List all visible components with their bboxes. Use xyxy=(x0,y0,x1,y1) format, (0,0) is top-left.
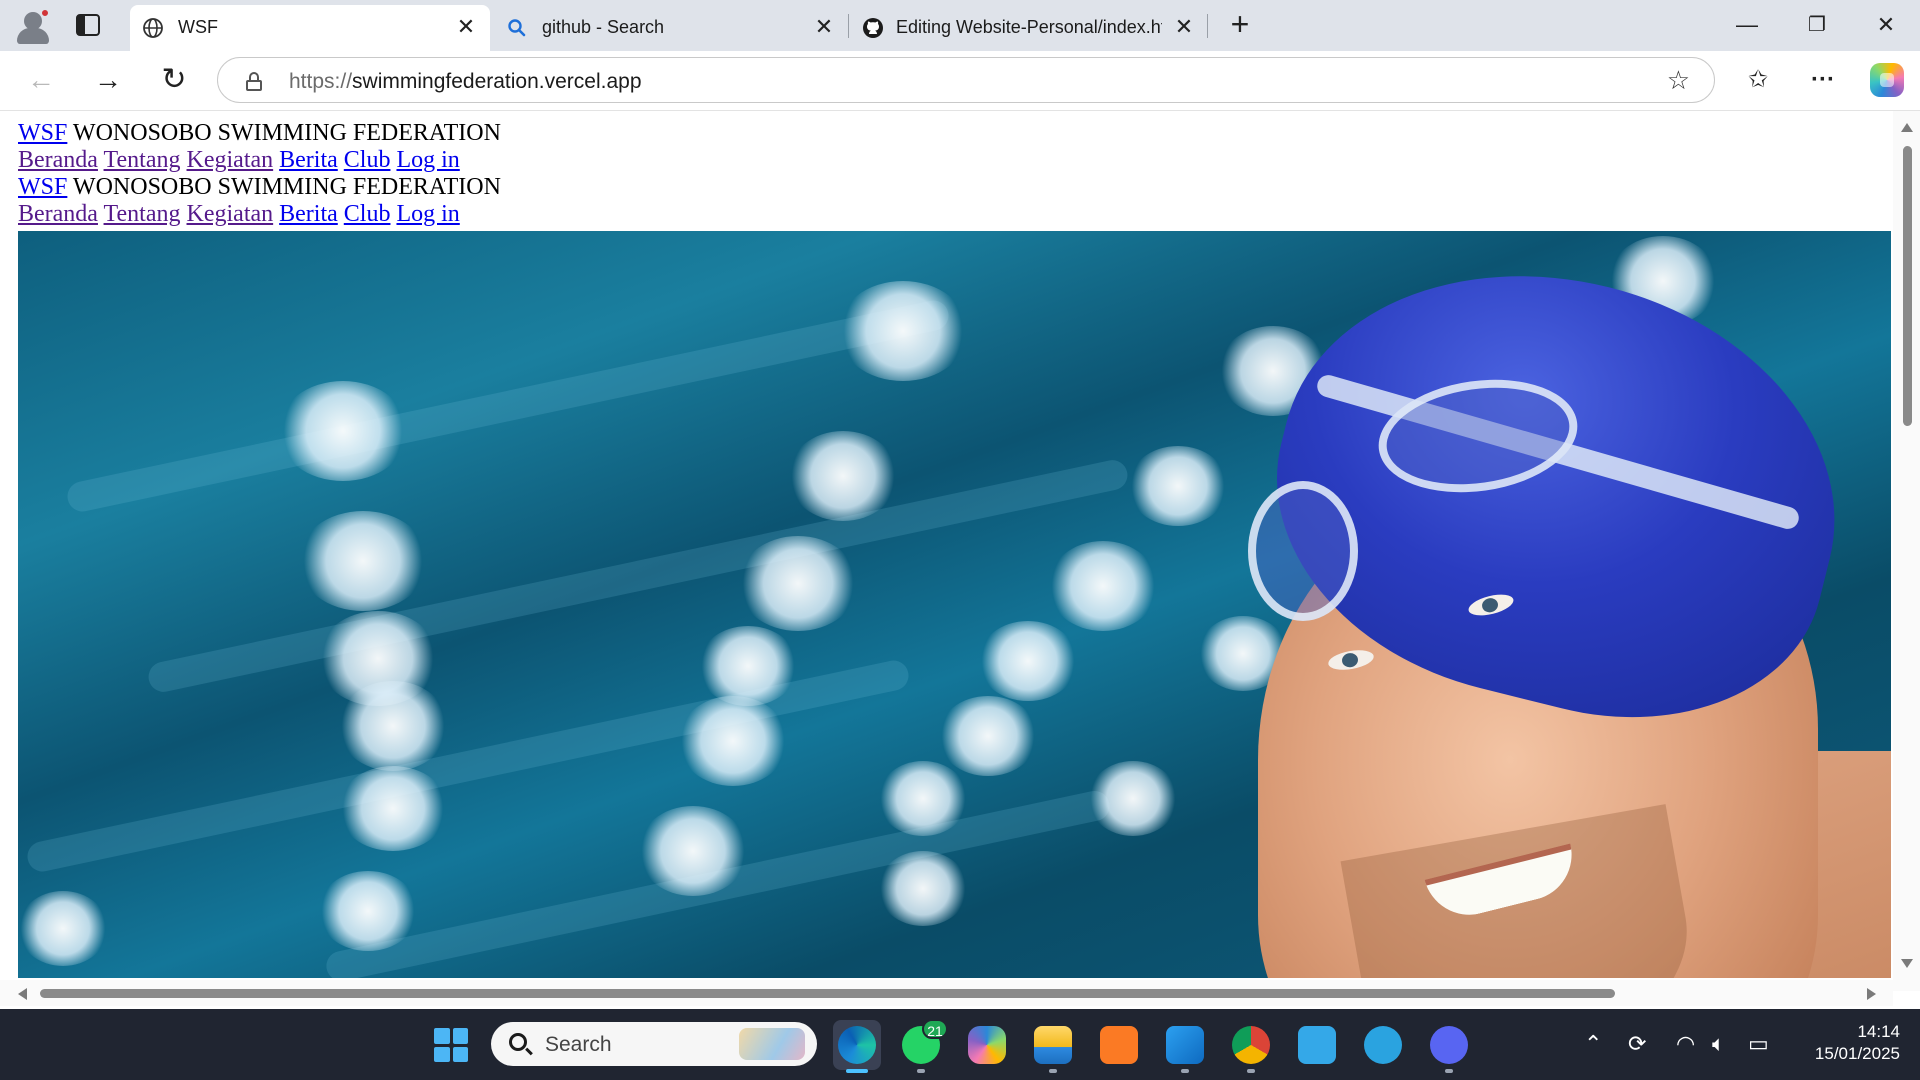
copilot-icon[interactable] xyxy=(1870,63,1904,97)
search-icon xyxy=(508,19,526,37)
show-hidden-icons-chevron-icon[interactable]: ⌃ xyxy=(1584,1031,1602,1057)
refresh-button[interactable]: ↻ xyxy=(157,65,191,97)
nav-berita-link[interactable]: Berita xyxy=(279,201,338,227)
brand-link[interactable]: WSF xyxy=(18,174,67,200)
github-icon xyxy=(863,18,883,38)
page-content: WSF WONOSOBO SWIMMING FEDERATION Beranda… xyxy=(18,120,501,228)
brand-text: WONOSOBO SWIMMING FEDERATION xyxy=(67,120,501,146)
clock-date: 15/01/2025 xyxy=(1814,1044,1900,1063)
tab-title: github - Search xyxy=(542,17,665,37)
copilot-app-icon[interactable] xyxy=(968,1026,1006,1064)
scroll-up-arrow-icon[interactable] xyxy=(1901,123,1913,132)
nav-beranda-link[interactable]: Beranda xyxy=(18,147,98,173)
browser-toolbar: ← → ↻ https://swimmingfederation.vercel.… xyxy=(0,51,1920,111)
search-label: Search xyxy=(545,1033,612,1056)
browser-tabstrip: WSF ✕ github - Search ✕ Editing Website-… xyxy=(0,0,1920,51)
tab-separator xyxy=(1207,14,1208,38)
site-header: WSF WONOSOBO SWIMMING FEDERATION xyxy=(18,174,501,201)
minimize-button[interactable]: — xyxy=(1732,12,1762,38)
battery-icon[interactable]: ▭ xyxy=(1748,1031,1769,1057)
tab-separator xyxy=(848,14,849,38)
search-icon xyxy=(509,1033,527,1051)
vertical-scrollbar[interactable] xyxy=(1893,111,1920,991)
system-clock[interactable]: 14:14 15/01/2025 xyxy=(1790,1021,1900,1065)
lock-icon[interactable] xyxy=(246,72,262,91)
tab-github-search[interactable]: github - Search ✕ xyxy=(494,5,846,51)
vertical-scroll-thumb[interactable] xyxy=(1903,146,1912,426)
nav-kegiatan-link[interactable]: Kegiatan xyxy=(187,147,274,173)
clock-time: 14:14 xyxy=(1857,1022,1900,1041)
tab-title: WSF xyxy=(178,17,218,37)
xampp-icon[interactable] xyxy=(1100,1026,1138,1064)
url-scheme: https:// xyxy=(289,70,353,93)
nav-tentang-link[interactable]: Tentang xyxy=(104,147,181,173)
nav-login-link[interactable]: Log in xyxy=(396,201,459,227)
nav-beranda-link[interactable]: Beranda xyxy=(18,201,98,227)
whatsapp-running-indicator xyxy=(917,1069,925,1073)
discord-icon[interactable] xyxy=(1430,1026,1468,1064)
nav-tentang-link[interactable]: Tentang xyxy=(104,201,181,227)
taskbar-search[interactable]: Search xyxy=(491,1022,817,1066)
explorer-running-indicator xyxy=(1049,1069,1057,1073)
scroll-down-arrow-icon[interactable] xyxy=(1901,959,1913,968)
start-button[interactable] xyxy=(434,1028,468,1062)
nav-login-link[interactable]: Log in xyxy=(396,147,459,173)
favorite-star-icon[interactable]: ☆ xyxy=(1667,66,1690,94)
whatsapp-notification-badge: 21 xyxy=(922,1019,948,1039)
profile-avatar-icon[interactable] xyxy=(13,6,53,44)
site-nav: Beranda Tentang Kegiatan Berita Club Log… xyxy=(18,201,501,228)
nav-club-link[interactable]: Club xyxy=(344,201,391,227)
tab-title: Editing Website-Personal/index.ht xyxy=(896,17,1162,37)
edge-icon[interactable] xyxy=(838,1026,876,1064)
tab-wsf[interactable]: WSF ✕ xyxy=(130,5,490,51)
edge-active-indicator xyxy=(846,1069,868,1073)
telegram-icon[interactable] xyxy=(1364,1026,1402,1064)
url-host: swimmingfederation.vercel.app xyxy=(352,70,642,93)
windows-taskbar: Search 21 ⌃ ⟳ ◠ 🔈︎ ▭ 14:14 15/01/2025 xyxy=(0,1009,1920,1080)
scroll-right-arrow-icon[interactable] xyxy=(1867,988,1876,1000)
vscode-running-indicator xyxy=(1181,1069,1189,1073)
file-explorer-icon[interactable] xyxy=(1034,1026,1072,1064)
favorites-icon[interactable]: ✩ xyxy=(1741,65,1775,97)
globe-icon xyxy=(143,18,163,38)
discord-running-indicator xyxy=(1445,1069,1453,1073)
close-tab-icon[interactable]: ✕ xyxy=(454,15,478,39)
chrome-icon[interactable] xyxy=(1232,1026,1270,1064)
close-window-button[interactable]: ✕ xyxy=(1871,12,1901,38)
snipping-tool-icon[interactable] xyxy=(1298,1026,1336,1064)
search-highlight-image xyxy=(739,1028,805,1060)
nav-kegiatan-link[interactable]: Kegiatan xyxy=(187,201,274,227)
hero-swimmer-image xyxy=(18,231,1891,978)
chrome-running-indicator xyxy=(1247,1069,1255,1073)
site-nav: Beranda Tentang Kegiatan Berita Club Log… xyxy=(18,147,501,174)
brand-text: WONOSOBO SWIMMING FEDERATION xyxy=(67,174,501,200)
new-tab-button[interactable]: + xyxy=(1226,8,1254,40)
back-button[interactable]: ← xyxy=(24,65,58,97)
page-viewport: WSF WONOSOBO SWIMMING FEDERATION Beranda… xyxy=(0,111,1920,1009)
url-text[interactable]: https://swimmingfederation.vercel.app xyxy=(289,70,642,94)
wifi-icon[interactable]: ◠ xyxy=(1676,1031,1695,1057)
volume-icon[interactable]: 🔈︎ xyxy=(1712,1031,1725,1057)
horizontal-scrollbar[interactable] xyxy=(0,980,1893,1006)
tab-github-editing[interactable]: Editing Website-Personal/index.ht ✕ xyxy=(850,5,1210,51)
close-tab-icon[interactable]: ✕ xyxy=(812,15,836,39)
site-header: WSF WONOSOBO SWIMMING FEDERATION xyxy=(18,120,501,147)
nav-club-link[interactable]: Club xyxy=(344,147,391,173)
vscode-icon[interactable] xyxy=(1166,1026,1204,1064)
nav-berita-link[interactable]: Berita xyxy=(279,147,338,173)
sync-status-icon[interactable]: ⟳ xyxy=(1628,1031,1646,1057)
scroll-left-arrow-icon[interactable] xyxy=(18,988,27,1000)
forward-button[interactable]: → xyxy=(91,65,125,97)
tab-actions-icon[interactable] xyxy=(76,14,100,36)
address-bar[interactable]: https://swimmingfederation.vercel.app ☆ xyxy=(217,57,1715,103)
brand-link[interactable]: WSF xyxy=(18,120,67,146)
close-tab-icon[interactable]: ✕ xyxy=(1172,15,1196,39)
horizontal-scroll-thumb[interactable] xyxy=(40,989,1615,998)
more-options-icon[interactable]: ··· xyxy=(1806,65,1840,97)
restore-button[interactable]: ❐ xyxy=(1802,12,1832,38)
